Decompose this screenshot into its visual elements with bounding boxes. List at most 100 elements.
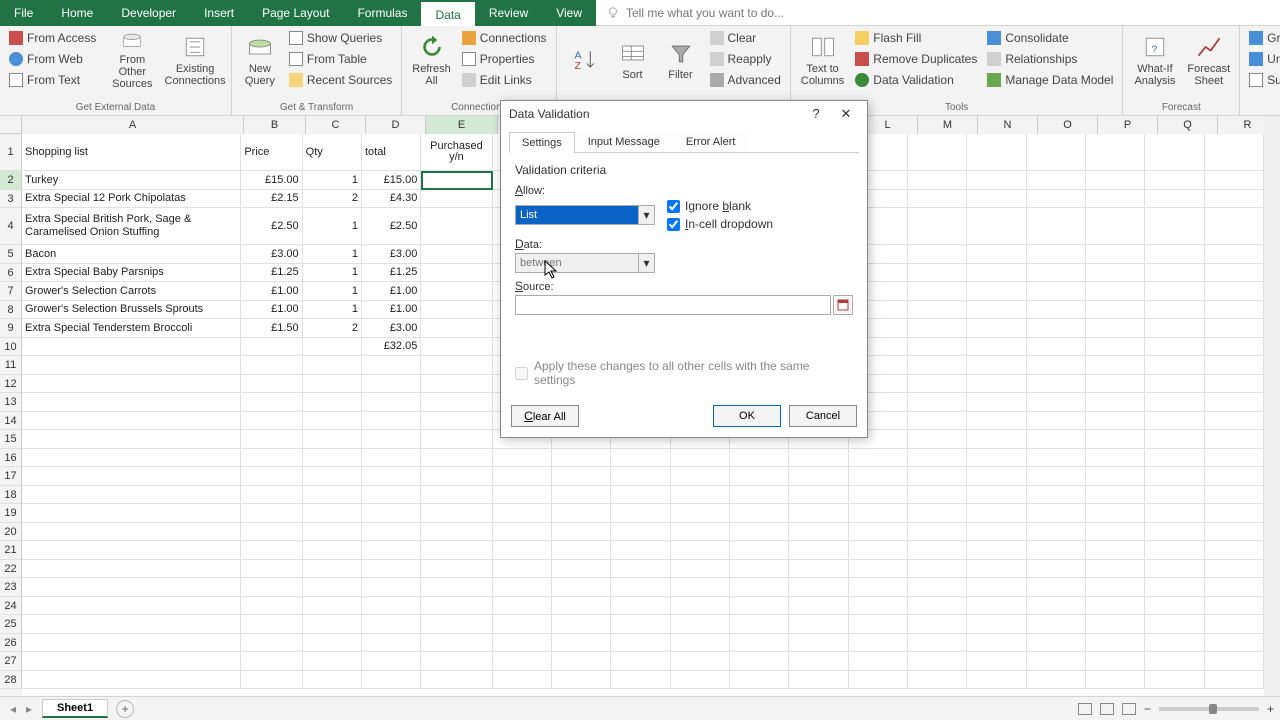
cell[interactable] [241,393,302,412]
cell[interactable]: total [362,134,421,171]
cell[interactable] [1086,190,1145,209]
cell[interactable] [552,578,611,597]
row-header[interactable]: 5 [0,245,22,264]
cell[interactable] [730,504,789,523]
row-header[interactable]: 17 [0,467,22,486]
cell[interactable] [730,671,789,690]
cell[interactable] [421,301,492,320]
properties-button[interactable]: Properties [459,49,550,69]
cell[interactable] [1145,134,1204,171]
cell[interactable] [967,190,1026,209]
cell[interactable] [303,541,362,560]
cell[interactable] [1205,486,1264,505]
cell[interactable] [1145,190,1204,209]
cell[interactable] [967,615,1026,634]
cell[interactable] [1086,541,1145,560]
cell[interactable] [908,319,967,338]
cell[interactable] [849,652,908,671]
cell[interactable] [1205,375,1264,394]
cell[interactable] [1145,597,1204,616]
tab-insert[interactable]: Insert [190,0,248,26]
cell[interactable] [1086,171,1145,190]
cell[interactable] [908,301,967,320]
cell[interactable]: £4.30 [362,190,421,209]
cell[interactable] [1205,282,1264,301]
cell[interactable] [1145,208,1204,245]
cell[interactable] [493,578,552,597]
cell[interactable] [1145,467,1204,486]
row-header[interactable]: 15 [0,430,22,449]
row-header[interactable]: 23 [0,578,22,597]
cell[interactable] [967,301,1026,320]
cell[interactable] [671,615,730,634]
cell[interactable] [1145,245,1204,264]
zoom-thumb[interactable] [1209,704,1217,714]
cell[interactable] [789,634,848,653]
cell[interactable] [1086,264,1145,283]
cell[interactable] [849,449,908,468]
cell[interactable] [22,634,241,653]
sheet-tab[interactable]: Sheet1 [42,699,108,718]
cell[interactable] [22,597,241,616]
sort-az-button[interactable]: AZ [563,28,607,92]
cell[interactable] [362,578,421,597]
row-header[interactable]: 13 [0,393,22,412]
cell[interactable] [789,560,848,579]
cell[interactable] [1027,597,1086,616]
cell[interactable] [1027,412,1086,431]
cell[interactable] [241,412,302,431]
cell[interactable] [1086,523,1145,542]
cancel-button[interactable]: Cancel [789,405,857,427]
vertical-scrollbar[interactable] [1264,116,1280,696]
cell[interactable] [303,634,362,653]
cell[interactable] [1145,449,1204,468]
cell[interactable] [1027,208,1086,245]
cell[interactable]: Turkey [22,171,241,190]
cell[interactable] [1205,652,1264,671]
cell[interactable] [362,541,421,560]
tab-data[interactable]: Data [421,0,474,26]
cell[interactable] [22,412,241,431]
cell[interactable] [908,597,967,616]
cell[interactable]: Grower's Selection Carrots [22,282,241,301]
cell[interactable] [362,412,421,431]
zoom-slider[interactable] [1159,707,1259,711]
cell[interactable] [908,171,967,190]
cell[interactable] [1205,190,1264,209]
cell[interactable] [611,634,670,653]
cell[interactable]: 2 [303,319,362,338]
cell[interactable] [967,652,1026,671]
cell[interactable] [908,578,967,597]
cell[interactable] [241,578,302,597]
data-validation-button[interactable]: Data Validation [852,70,980,90]
cell[interactable] [1027,430,1086,449]
cell[interactable] [1027,615,1086,634]
cell[interactable] [908,504,967,523]
cell[interactable] [421,245,492,264]
cell[interactable]: £1.25 [362,264,421,283]
row-header[interactable]: 2 [0,171,22,190]
row-header[interactable]: 26 [0,634,22,653]
cell[interactable] [241,560,302,579]
clear-all-button[interactable]: Clear All [511,405,579,427]
cell[interactable] [22,671,241,690]
cell[interactable] [421,171,492,190]
cell[interactable] [967,245,1026,264]
cell[interactable] [611,652,670,671]
cell[interactable]: Qty [303,134,362,171]
cell[interactable] [362,467,421,486]
cell[interactable] [1027,578,1086,597]
cell[interactable] [908,560,967,579]
cell[interactable] [967,356,1026,375]
cell[interactable] [303,504,362,523]
cell[interactable] [908,375,967,394]
cell[interactable]: Purchased y/n [421,134,492,171]
cell[interactable] [908,208,967,245]
row-header[interactable]: 21 [0,541,22,560]
cell[interactable] [611,560,670,579]
from-text-button[interactable]: From Text [6,70,99,90]
column-header[interactable]: M [918,116,978,134]
cell[interactable] [552,560,611,579]
column-header[interactable]: A [22,116,244,134]
cell[interactable] [421,504,492,523]
